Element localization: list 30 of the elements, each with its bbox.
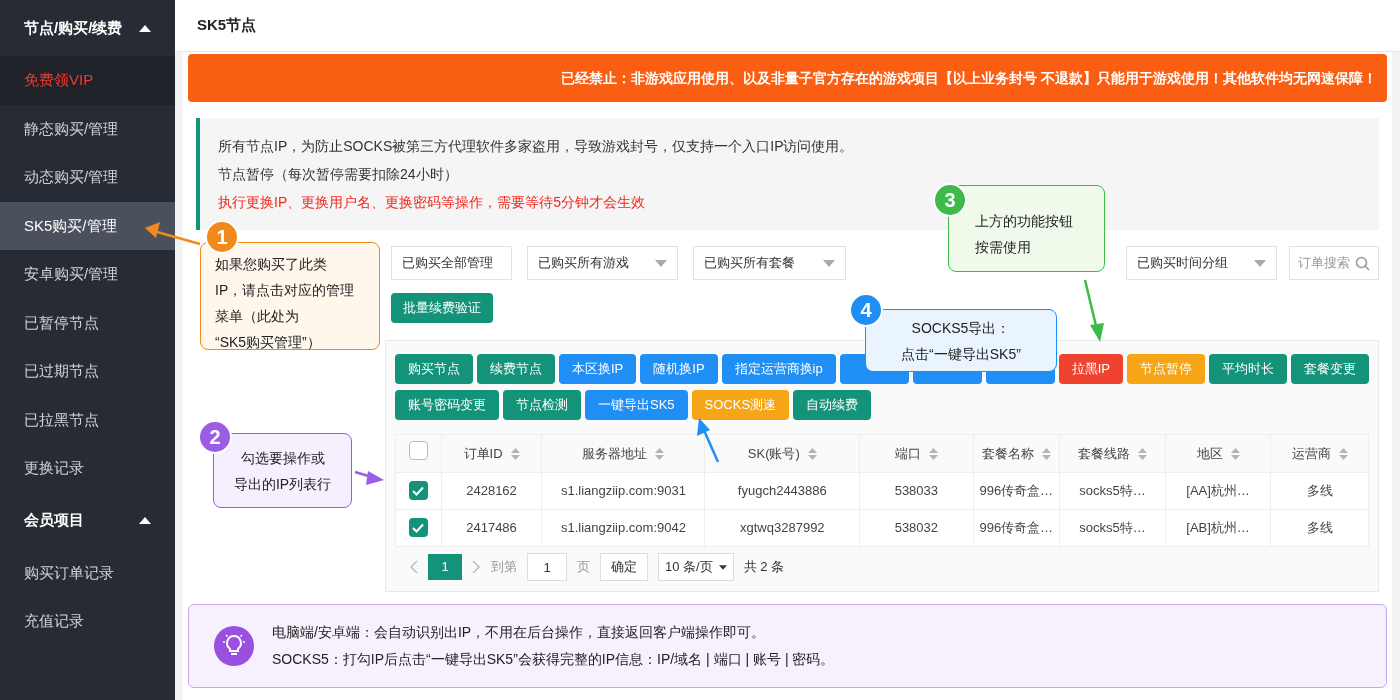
table-cell: 2417486	[466, 520, 517, 536]
notice-text: 所有节点IP，为防止SOCKS被第三方代理软件多家盗用，导致游戏封号，仅支持一个入口IP访问使用。	[218, 136, 854, 156]
table-cell: 2428162	[466, 483, 517, 499]
page-title: SK5节点	[197, 15, 257, 36]
callout-text: 如果您购买了此类 IP，请点击对应的管理 菜单（此处为 “SK5购买管理”）	[215, 255, 356, 352]
table-cell: s1.liangziip.com:9042	[560, 520, 686, 536]
table-cell: 996传奇盒…	[979, 520, 1054, 536]
goto-label: 到第	[491, 558, 517, 577]
table-cell: [AA]杭州…	[1186, 483, 1250, 499]
table-cell: 538033	[894, 483, 939, 499]
table-cell: s1.liangziip.com:9031	[560, 483, 686, 499]
table-cell: 996传奇盒…	[979, 483, 1054, 499]
tip-text: SOCKS5：打勾IP后点击“一键导出SK5”会获得完整的IP信息：IP/域名 | 端口 | 账号 | 密码。	[272, 650, 835, 669]
table-cell: 538032	[894, 520, 939, 536]
page-unit-label: 页	[577, 558, 590, 577]
table-cell: socks5特…	[1079, 483, 1146, 499]
tip-text: 电脑端/安卓端：会自动识别出IP，不用在后台操作，直接返回客户端操作即可。	[272, 623, 767, 642]
callout-text: 勾选要操作或 导出的IP列表行	[232, 448, 333, 494]
notice-text: 执行更换IP、更换用户名、更换密码等操作，需要等待5分钟才会生效	[218, 192, 645, 212]
table-cell: [AB]杭州…	[1186, 520, 1250, 536]
warning-banner: 已经禁止：非游戏应用使用、以及非量子官方存在的游戏项目【以上业务封号 不退款】只能用于游戏使用！其他软件均无网速保障！	[188, 54, 1387, 102]
callout-text: 上方的功能按钮 按需使用	[975, 212, 1074, 257]
table-cell: 多线	[1306, 520, 1333, 536]
table-cell: 多线	[1306, 483, 1333, 499]
total-count: 共 2 条	[743, 558, 785, 577]
notice-text: 节点暂停（每次暂停需要扣除24小时）	[218, 164, 458, 184]
table-cell: xgtwq3287992	[740, 520, 825, 536]
callout-text: SOCKS5导出： 点击“一键导出SK5”	[900, 318, 1022, 364]
table-cell: socks5特…	[1079, 520, 1146, 536]
table-cell: fyugch2443886	[737, 483, 827, 499]
